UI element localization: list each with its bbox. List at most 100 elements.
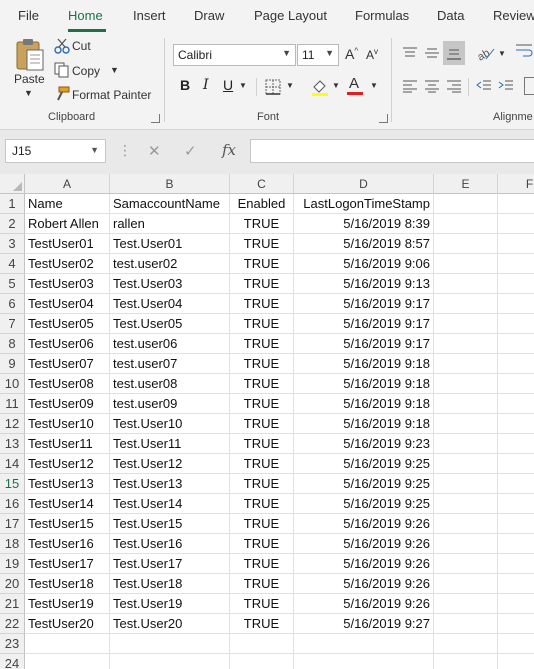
worksheet-grid[interactable]: A B C D E F 1 Name SamaccountName Enabled LastLogo…: [0, 174, 534, 669]
borders-icon[interactable]: [265, 79, 281, 95]
cell-f20[interactable]: [498, 574, 534, 594]
cell-c20[interactable]: TRUE: [230, 574, 294, 594]
cell-b15[interactable]: Test.User13: [110, 474, 230, 494]
cell-b12[interactable]: Test.User10: [110, 414, 230, 434]
tab-insert[interactable]: Insert: [133, 8, 166, 23]
cell-a12[interactable]: TestUser10: [25, 414, 110, 434]
cell-a13[interactable]: TestUser11: [25, 434, 110, 454]
cell-a8[interactable]: TestUser06: [25, 334, 110, 354]
cell-b4[interactable]: test.user02: [110, 254, 230, 274]
cell-d24[interactable]: [294, 654, 434, 669]
cell-e13[interactable]: [434, 434, 498, 454]
cell-d23[interactable]: [294, 634, 434, 654]
cell-f19[interactable]: [498, 554, 534, 574]
cell-e9[interactable]: [434, 354, 498, 374]
cell-a17[interactable]: TestUser15: [25, 514, 110, 534]
row-header-12[interactable]: 12: [0, 414, 25, 434]
cell-d18[interactable]: 5/16/2019 9:26: [294, 534, 434, 554]
column-header-a[interactable]: A: [25, 174, 110, 194]
cell-b23[interactable]: [110, 634, 230, 654]
cell-e15[interactable]: [434, 474, 498, 494]
row-header-8[interactable]: 8: [0, 334, 25, 354]
cell-d5[interactable]: 5/16/2019 9:13: [294, 274, 434, 294]
cell-f15[interactable]: [498, 474, 534, 494]
cell-d16[interactable]: 5/16/2019 9:25: [294, 494, 434, 514]
cell-d17[interactable]: 5/16/2019 9:26: [294, 514, 434, 534]
select-all-corner[interactable]: [0, 174, 25, 194]
font-color-dropdown-icon[interactable]: ▼: [370, 81, 378, 90]
cell-a9[interactable]: TestUser07: [25, 354, 110, 374]
cell-b5[interactable]: Test.User03: [110, 274, 230, 294]
clipboard-launcher-icon[interactable]: [151, 114, 160, 123]
cell-b6[interactable]: Test.User04: [110, 294, 230, 314]
row-header-11[interactable]: 11: [0, 394, 25, 414]
cell-e23[interactable]: [434, 634, 498, 654]
row-header-17[interactable]: 17: [0, 514, 25, 534]
align-right-icon[interactable]: [446, 79, 462, 93]
column-header-c[interactable]: C: [230, 174, 294, 194]
cell-b7[interactable]: Test.User05: [110, 314, 230, 334]
cell-b1[interactable]: SamaccountName: [110, 194, 230, 214]
cell-e10[interactable]: [434, 374, 498, 394]
cell-c15[interactable]: TRUE: [230, 474, 294, 494]
tab-home[interactable]: Home: [68, 8, 103, 23]
cell-c8[interactable]: TRUE: [230, 334, 294, 354]
align-left-icon[interactable]: [402, 79, 418, 93]
cell-f9[interactable]: [498, 354, 534, 374]
grow-font-icon[interactable]: A^: [345, 46, 358, 62]
cell-b16[interactable]: Test.User14: [110, 494, 230, 514]
align-center-icon[interactable]: [424, 79, 440, 93]
cell-a11[interactable]: TestUser09: [25, 394, 110, 414]
cell-f22[interactable]: [498, 614, 534, 634]
cell-f4[interactable]: [498, 254, 534, 274]
cell-d1[interactable]: LastLogonTimeStamp: [294, 194, 434, 214]
cell-c16[interactable]: TRUE: [230, 494, 294, 514]
cell-e4[interactable]: [434, 254, 498, 274]
cell-a24[interactable]: [25, 654, 110, 669]
row-header-23[interactable]: 23: [0, 634, 25, 654]
cell-c13[interactable]: TRUE: [230, 434, 294, 454]
cell-a4[interactable]: TestUser02: [25, 254, 110, 274]
cell-b13[interactable]: Test.User11: [110, 434, 230, 454]
cell-a10[interactable]: TestUser08: [25, 374, 110, 394]
orientation-dropdown-icon[interactable]: ▼: [498, 49, 506, 58]
underline-dropdown-icon[interactable]: ▼: [239, 81, 247, 90]
cell-c19[interactable]: TRUE: [230, 554, 294, 574]
cell-f17[interactable]: [498, 514, 534, 534]
font-launcher-icon[interactable]: [379, 114, 388, 123]
row-header-16[interactable]: 16: [0, 494, 25, 514]
bottom-align-button[interactable]: [443, 41, 465, 65]
cell-b20[interactable]: Test.User18: [110, 574, 230, 594]
cell-a6[interactable]: TestUser04: [25, 294, 110, 314]
cell-d15[interactable]: 5/16/2019 9:25: [294, 474, 434, 494]
cell-d9[interactable]: 5/16/2019 9:18: [294, 354, 434, 374]
cell-b11[interactable]: test.user09: [110, 394, 230, 414]
row-header-4[interactable]: 4: [0, 254, 25, 274]
cell-b2[interactable]: rallen: [110, 214, 230, 234]
cell-d7[interactable]: 5/16/2019 9:17: [294, 314, 434, 334]
cell-a3[interactable]: TestUser01: [25, 234, 110, 254]
row-header-7[interactable]: 7: [0, 314, 25, 334]
cancel-icon[interactable]: ✕: [148, 142, 161, 160]
bold-button[interactable]: B: [180, 77, 190, 93]
cell-a22[interactable]: TestUser20: [25, 614, 110, 634]
fill-color-icon[interactable]: [311, 78, 329, 96]
italic-button[interactable]: I: [203, 77, 209, 93]
cell-c2[interactable]: TRUE: [230, 214, 294, 234]
cell-b14[interactable]: Test.User12: [110, 454, 230, 474]
row-header-18[interactable]: 18: [0, 534, 25, 554]
cell-d12[interactable]: 5/16/2019 9:18: [294, 414, 434, 434]
cell-c1[interactable]: Enabled: [230, 194, 294, 214]
cell-c21[interactable]: TRUE: [230, 594, 294, 614]
cell-c11[interactable]: TRUE: [230, 394, 294, 414]
cell-e1[interactable]: [434, 194, 498, 214]
cell-a15[interactable]: TestUser13: [25, 474, 110, 494]
cell-c5[interactable]: TRUE: [230, 274, 294, 294]
row-header-1[interactable]: 1: [0, 194, 25, 214]
cell-a7[interactable]: TestUser05: [25, 314, 110, 334]
underline-button[interactable]: U: [223, 77, 233, 93]
cell-d8[interactable]: 5/16/2019 9:17: [294, 334, 434, 354]
cell-f11[interactable]: [498, 394, 534, 414]
row-header-9[interactable]: 9: [0, 354, 25, 374]
row-header-24[interactable]: 24: [0, 654, 25, 669]
